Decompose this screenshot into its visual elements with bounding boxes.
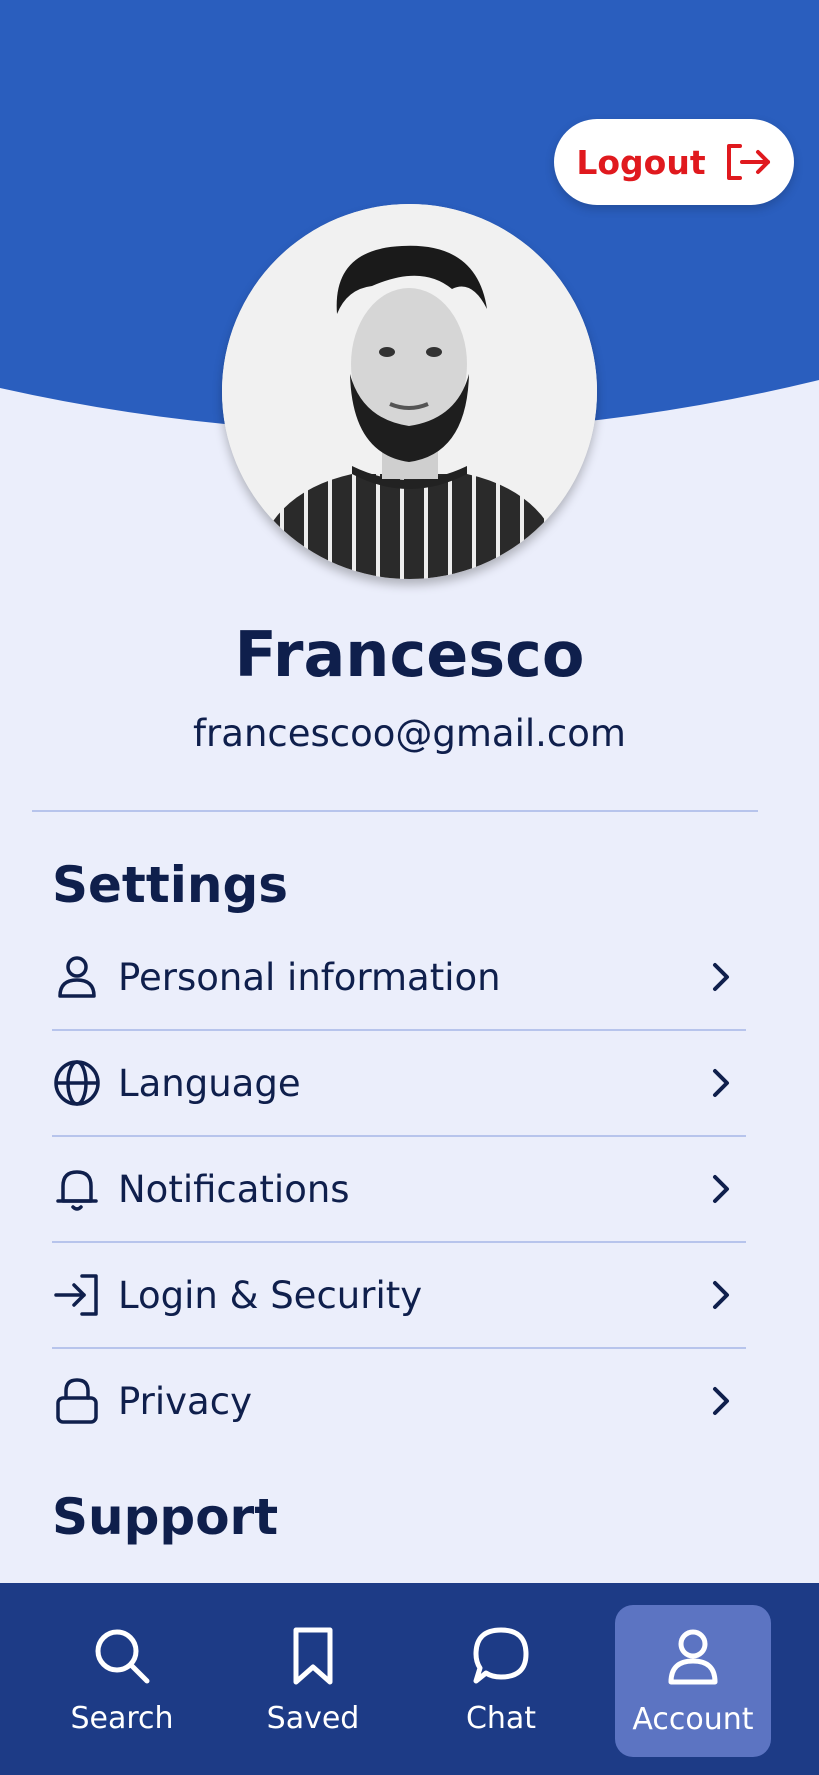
settings-item-label: Language [118, 1061, 301, 1105]
chevron-right-icon [713, 963, 729, 991]
person-icon [52, 952, 102, 1002]
search-icon [95, 1629, 150, 1683]
profile-photo [222, 204, 597, 579]
avatar[interactable] [222, 204, 597, 579]
nav-label: Chat [465, 1700, 537, 1736]
nav-label: Account [632, 1701, 754, 1737]
chat-icon [473, 1627, 529, 1683]
nav-account[interactable]: Account [615, 1605, 771, 1757]
logout-icon [726, 144, 770, 180]
nav-chat[interactable]: Chat [431, 1605, 571, 1755]
chevron-right-icon [713, 1175, 729, 1203]
chevron-right-icon [713, 1069, 729, 1097]
chevron-right-icon [713, 1387, 729, 1415]
nav-label: Saved [266, 1700, 360, 1736]
chevron-right-icon [713, 1281, 729, 1309]
settings-item-label: Privacy [118, 1379, 252, 1423]
lock-icon [52, 1376, 102, 1426]
settings-item-notifications[interactable]: Notifications [52, 1137, 746, 1243]
profile-name: Francesco [234, 618, 585, 691]
settings-list: Personal information Language Notificati… [52, 925, 746, 1453]
login-icon [52, 1270, 102, 1320]
nav-search[interactable]: Search [52, 1605, 192, 1755]
settings-item-label: Notifications [118, 1167, 350, 1211]
nav-label: Search [70, 1700, 174, 1736]
settings-item-privacy[interactable]: Privacy [52, 1349, 746, 1453]
settings-item-personal-information[interactable]: Personal information [52, 925, 746, 1031]
bottom-nav: Search Saved Chat Account [0, 1583, 819, 1775]
settings-item-label: Login & Security [118, 1273, 423, 1317]
support-title: Support [52, 1488, 279, 1546]
nav-saved[interactable]: Saved [243, 1605, 383, 1755]
settings-item-label: Personal information [118, 955, 501, 999]
profile-email: francescoo@gmail.com [193, 712, 626, 755]
person-icon [668, 1629, 718, 1684]
divider [32, 810, 758, 812]
logout-button[interactable]: Logout [554, 119, 794, 205]
bookmark-icon [293, 1627, 333, 1684]
settings-title: Settings [52, 856, 289, 914]
bell-icon [52, 1164, 102, 1214]
globe-icon [52, 1058, 102, 1108]
settings-item-language[interactable]: Language [52, 1031, 746, 1137]
settings-item-login-security[interactable]: Login & Security [52, 1243, 746, 1349]
logout-label: Logout [576, 142, 706, 182]
